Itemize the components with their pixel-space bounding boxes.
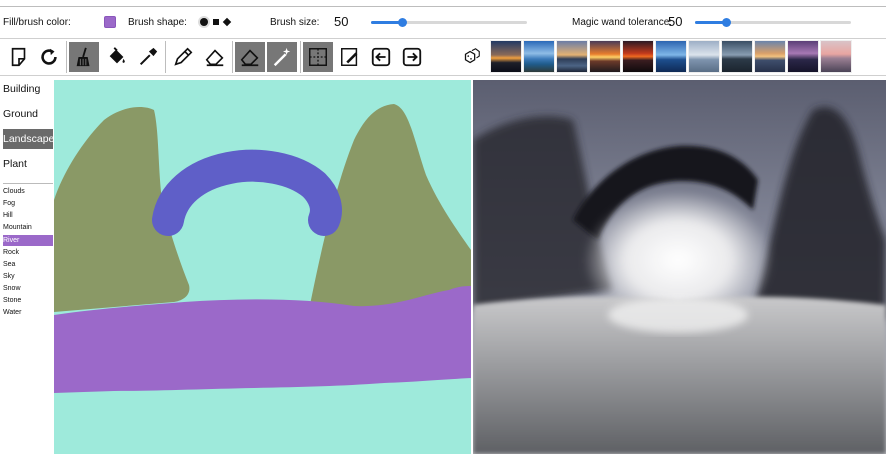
category-building[interactable]: Building <box>3 79 55 99</box>
square-shape-icon[interactable] <box>213 19 219 25</box>
red-sunset-thumbnail[interactable] <box>622 40 654 73</box>
label-sky[interactable]: Sky <box>3 271 53 282</box>
output-reflection <box>608 297 748 333</box>
broom-clear-icon <box>76 47 90 67</box>
redo-arrow-icon <box>402 47 422 67</box>
new-canvas-button[interactable] <box>4 42 34 72</box>
lake-blue-thumbnail[interactable] <box>523 40 555 73</box>
app-window: Fill/brush color: Brush shape: Brush siz… <box>0 0 886 454</box>
pen-select-button[interactable] <box>335 42 365 72</box>
label-stone[interactable]: Stone <box>3 295 53 306</box>
redo-button[interactable] <box>397 42 427 72</box>
brush-size-slider[interactable] <box>371 18 527 27</box>
toolbar-separator <box>66 41 67 73</box>
diamond-shape-icon[interactable] <box>222 17 232 27</box>
cloudy-sunset-thumbnail[interactable] <box>754 40 786 73</box>
brush-size-slider-handle[interactable] <box>398 18 407 27</box>
reset-icon <box>41 48 57 65</box>
reset-button[interactable] <box>34 42 64 72</box>
sunset-dark-thumbnail[interactable] <box>490 40 522 73</box>
category-landscape[interactable]: Landscape <box>3 129 54 149</box>
label-panel: Building Ground Landscape Plant Clouds F… <box>0 76 54 454</box>
fill-color-swatch[interactable] <box>104 16 116 28</box>
circle-shape-icon[interactable] <box>200 18 208 26</box>
toolbar-separator <box>165 41 166 73</box>
orange-sunset-thumbnail[interactable] <box>589 40 621 73</box>
wand-tolerance-slider[interactable] <box>695 18 851 27</box>
paint-bucket-icon <box>109 47 125 64</box>
label-water[interactable]: Water <box>3 307 53 318</box>
brush-size-label: Brush size: <box>270 17 320 28</box>
magic-wand-button[interactable] <box>267 42 297 72</box>
label-hill[interactable]: Hill <box>3 210 53 221</box>
new-canvas-icon <box>11 47 26 67</box>
paint-bucket-button[interactable] <box>102 42 132 72</box>
label-river[interactable]: River <box>3 235 53 246</box>
eraser-button[interactable] <box>200 42 230 72</box>
wand-tolerance-label: Magic wand tolerance: <box>572 17 673 28</box>
pencil-icon <box>174 47 193 66</box>
label-sea[interactable]: Sea <box>3 259 53 270</box>
toolbar-separator <box>300 41 301 73</box>
brush-shape-options <box>200 15 232 29</box>
segmentation-drawing <box>54 80 471 454</box>
segmentation-canvas[interactable] <box>54 80 471 454</box>
coast-sunset-thumbnail[interactable] <box>556 40 588 73</box>
generated-landscape <box>473 80 886 454</box>
category-ground[interactable]: Ground <box>3 104 55 124</box>
label-clouds[interactable]: Clouds <box>3 186 53 197</box>
controls-bar: Fill/brush color: Brush shape: Brush siz… <box>0 6 886 38</box>
label-fog[interactable]: Fog <box>3 198 53 209</box>
panel-divider <box>3 183 53 184</box>
dusk-sea-thumbnail[interactable] <box>721 40 753 73</box>
eraser-fill-button[interactable] <box>235 42 265 72</box>
pink-horizon-thumbnail[interactable] <box>820 40 852 73</box>
label-mountain[interactable]: Mountain <box>3 222 53 233</box>
random-style-button[interactable] <box>456 42 486 72</box>
brush-size-value: 50 <box>334 14 349 29</box>
eraser-fill-icon <box>240 49 259 67</box>
eyedropper-icon <box>139 47 158 66</box>
ocean-blue-thumbnail[interactable] <box>655 40 687 73</box>
random-dice-icon <box>464 48 480 64</box>
fill-color-label: Fill/brush color: <box>3 17 71 28</box>
pen-select-icon <box>341 48 358 66</box>
label-snow[interactable]: Snow <box>3 283 53 294</box>
eraser-icon <box>205 49 224 67</box>
eyedropper-button[interactable] <box>133 42 163 72</box>
clear-button[interactable] <box>69 42 99 72</box>
wand-tolerance-value: 50 <box>668 14 683 29</box>
undo-button[interactable] <box>366 42 396 72</box>
pencil-button[interactable] <box>168 42 198 72</box>
grid-select-button[interactable] <box>303 42 333 72</box>
wand-tolerance-slider-handle[interactable] <box>722 18 731 27</box>
grid-select-icon <box>309 48 327 66</box>
brush-shape-label: Brush shape: <box>128 17 187 28</box>
category-plant[interactable]: Plant <box>3 154 55 174</box>
undo-arrow-icon <box>371 47 391 67</box>
beach-purple-thumbnail[interactable] <box>787 40 819 73</box>
misty-lake-thumbnail[interactable] <box>688 40 720 73</box>
label-rock[interactable]: Rock <box>3 247 53 258</box>
toolbar-separator <box>232 41 233 73</box>
magic-wand-icon <box>273 47 291 67</box>
generated-output-image <box>473 80 886 454</box>
toolbar <box>0 38 886 76</box>
